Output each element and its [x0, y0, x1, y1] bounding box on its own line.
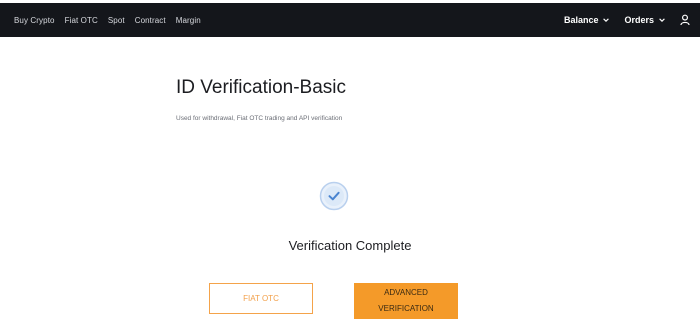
nav-spot[interactable]: Spot	[108, 16, 125, 25]
advanced-verification-button[interactable]: ADVANCED VERIFICATION	[354, 283, 458, 319]
nav-fiat-otc[interactable]: Fiat OTC	[65, 16, 98, 25]
orders-label: Orders	[624, 15, 654, 25]
balance-label: Balance	[563, 15, 599, 25]
nav-margin[interactable]: Margin	[176, 16, 201, 25]
chevron-down-icon	[659, 18, 665, 22]
balance-dropdown[interactable]: Balance	[564, 15, 611, 25]
nav-links: Buy Crypto Fiat OTC Spot Contract Margin	[14, 16, 201, 25]
user-icon[interactable]	[680, 14, 690, 26]
page-title: ID Verification-Basic	[176, 77, 347, 98]
main-content: ID Verification-Basic Used for withdrawa…	[0, 37, 700, 327]
chevron-down-icon	[603, 18, 610, 22]
fiat-otc-button[interactable]: FIAT OTC	[209, 283, 313, 314]
page: Buy Crypto Fiat OTC Spot Contract Margin…	[0, 0, 700, 327]
page-subtitle: Used for withdrawal, Fiat OTC trading an…	[176, 115, 343, 122]
check-circle-icon	[319, 181, 349, 211]
orders-dropdown[interactable]: Orders	[624, 15, 666, 25]
top-nav-bar: Buy Crypto Fiat OTC Spot Contract Margin…	[0, 3, 700, 37]
nav-buy-crypto[interactable]: Buy Crypto	[14, 16, 55, 25]
nav-contract[interactable]: Contract	[135, 16, 166, 25]
nav-right: Balance Orders	[564, 14, 690, 26]
verification-status: Verification Complete	[288, 238, 412, 253]
